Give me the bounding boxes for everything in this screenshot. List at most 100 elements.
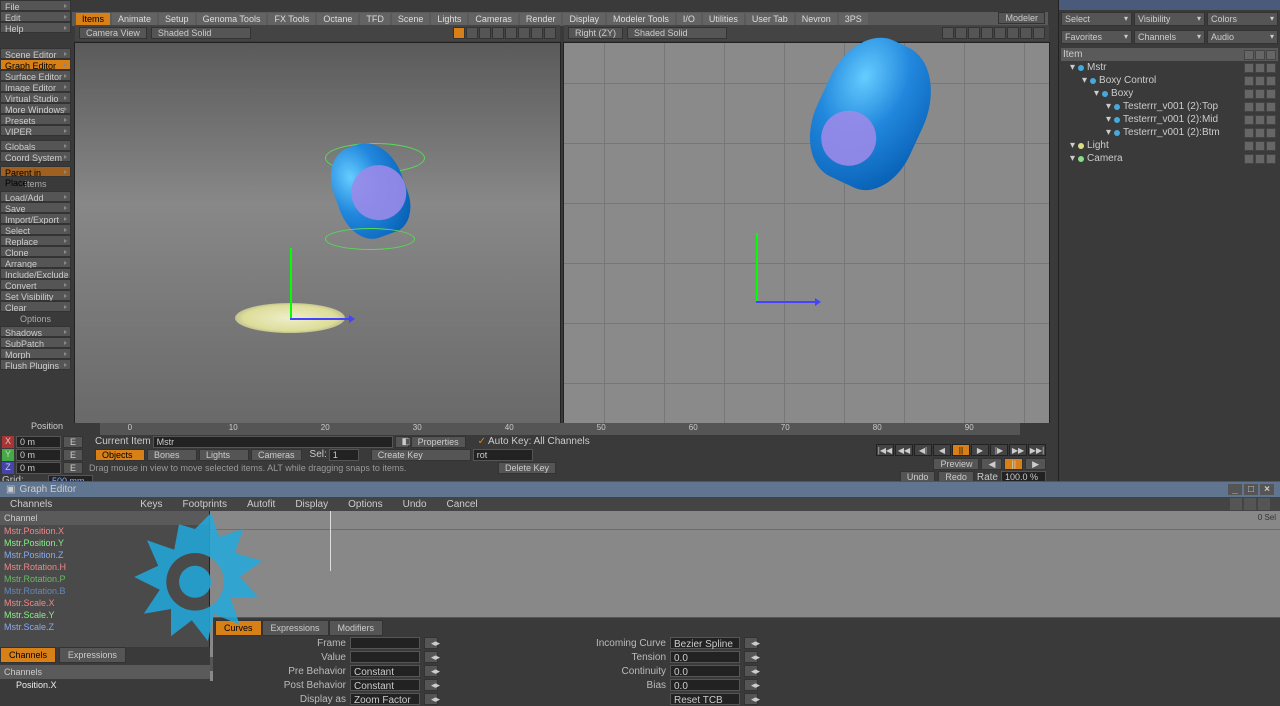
ge-display-menu[interactable]: Display <box>289 498 334 511</box>
presets-btn[interactable]: Presets <box>0 114 71 125</box>
vp-icon[interactable] <box>466 27 478 39</box>
spinner-icon[interactable]: ◂▸ <box>744 651 758 663</box>
ge-tool-icon[interactable] <box>1258 498 1270 510</box>
spinner-icon[interactable]: ◂▸ <box>744 665 758 677</box>
ge-expressions-tab[interactable]: Expressions <box>59 647 126 663</box>
parent-in-place-btn[interactable]: Parent in Place <box>0 166 71 177</box>
more-windows-btn[interactable]: More Windows <box>0 103 71 114</box>
play-icon[interactable]: ▶ <box>971 444 989 456</box>
vp-icon[interactable] <box>492 27 504 39</box>
prop-field[interactable]: Constant <box>350 665 420 677</box>
ge-footprints-menu[interactable]: Footprints <box>177 498 233 511</box>
vp-icon[interactable] <box>942 27 954 39</box>
preview-btn[interactable]: Preview <box>933 458 979 470</box>
tree-item[interactable]: ▾Boxy Control <box>1061 74 1278 87</box>
e-btn[interactable]: E <box>63 449 83 461</box>
y-axis-gizmo[interactable] <box>756 233 758 303</box>
clone-btn[interactable]: Clone <box>0 246 71 257</box>
tree-item[interactable]: ▾Boxy <box>1061 87 1278 100</box>
spinner-icon[interactable]: ◂▸ <box>424 637 438 649</box>
vp-icon[interactable] <box>994 27 1006 39</box>
vp-icon[interactable] <box>981 27 993 39</box>
ge-undo-btn[interactable]: Undo <box>397 498 433 511</box>
scene-editor-btn[interactable]: Scene Editor <box>0 48 71 59</box>
virtual-studio-btn[interactable]: Virtual Studio <box>0 92 71 103</box>
timeline-ruler[interactable]: 0 10 20 30 40 50 60 70 80 90 <box>100 423 1020 435</box>
ge-channel-row[interactable]: Mstr.Position.X <box>0 525 209 537</box>
spinner-icon[interactable]: ◂▸ <box>744 679 758 691</box>
prop-field[interactable]: Zoom Factor <box>350 693 420 705</box>
tab-genoma[interactable]: Genoma Tools <box>197 13 267 25</box>
tab-modelertools[interactable]: Modeler Tools <box>607 13 675 25</box>
help-menu[interactable]: Help <box>0 22 71 33</box>
z-coord[interactable]: 0 m <box>16 462 61 474</box>
prop-field[interactable]: 0.0 <box>670 679 740 691</box>
current-item[interactable]: Mstr <box>153 436 393 448</box>
prop-field[interactable]: Bezier Spline <box>670 637 740 649</box>
createkey-btn[interactable]: Create Key <box>371 449 471 461</box>
vp-icon[interactable] <box>544 27 556 39</box>
importexport-btn[interactable]: Import/Export <box>0 213 71 224</box>
graph-editor-btn[interactable]: Graph Editor <box>0 59 71 70</box>
playback-icon[interactable]: ◀ <box>933 444 951 456</box>
viper-btn[interactable]: VIPER <box>0 125 71 136</box>
ge-bottom-channel-item[interactable]: Position.X <box>0 679 210 691</box>
globals-btn[interactable]: Globals <box>0 140 71 151</box>
tree-item[interactable]: ▾Testerrr_v001 (2):Top <box>1061 100 1278 113</box>
bones-btn[interactable]: Bones <box>147 449 197 461</box>
includeexclude-btn[interactable]: Include/Exclude <box>0 268 71 279</box>
viewport-left-shade[interactable]: Shaded Solid <box>151 27 251 39</box>
viewport-left-view[interactable]: Camera View <box>79 27 147 39</box>
ge-modifiers-tab[interactable]: Modifiers <box>329 620 384 636</box>
playprev-icon[interactable]: ◀ <box>981 458 1002 470</box>
col-icon[interactable] <box>1266 50 1276 60</box>
y-coord[interactable]: 0 m <box>16 449 61 461</box>
ge-curves-tab[interactable]: Curves <box>215 620 262 636</box>
ge-channel-row[interactable]: Mstr.Rotation.P <box>0 573 209 585</box>
minimize-icon[interactable]: _ <box>1228 484 1242 495</box>
spinner-icon[interactable]: ◂▸ <box>424 651 438 663</box>
subpatch-btn[interactable]: SubPatch <box>0 337 71 348</box>
tree-item[interactable]: ▾Testerrr_v001 (2):Mid <box>1061 113 1278 126</box>
spinner-icon[interactable]: ◂▸ <box>424 665 438 677</box>
tab-cameras[interactable]: Cameras <box>469 13 518 25</box>
save-btn[interactable]: Save <box>0 202 71 213</box>
image-editor-btn[interactable]: Image Editor <box>0 81 71 92</box>
tab-display[interactable]: Display <box>563 13 605 25</box>
ge-tool-icon[interactable] <box>1244 498 1256 510</box>
tab-render[interactable]: Render <box>520 13 562 25</box>
autokey-label[interactable]: Auto Key: All Channels <box>488 436 590 447</box>
prop-field[interactable]: 0.0 <box>670 665 740 677</box>
spinner-icon[interactable]: ◂▸ <box>744 693 758 705</box>
favorites-dd[interactable]: Favorites <box>1061 30 1132 44</box>
ge-keys-menu[interactable]: Keys <box>134 498 168 511</box>
ge-channel-row[interactable]: Mstr.Rotation.B <box>0 585 209 597</box>
end-icon[interactable]: ▶▶| <box>1028 444 1046 456</box>
prop-field[interactable] <box>350 637 420 649</box>
createkey-mode[interactable]: rot <box>473 449 533 461</box>
vp-icon[interactable] <box>453 27 465 39</box>
clear-btn[interactable]: Clear <box>0 301 71 312</box>
deletekey-btn[interactable]: Delete Key <box>498 462 556 474</box>
loadadd-btn[interactable]: Load/Add <box>0 191 71 202</box>
tab-io[interactable]: I/O <box>677 13 701 25</box>
e-btn[interactable]: E <box>63 436 83 448</box>
convert-btn[interactable]: Convert <box>0 279 71 290</box>
prop-field[interactable]: Reset TCB <box>670 693 740 705</box>
x-coord[interactable]: 0 m <box>16 436 61 448</box>
ge-options-menu[interactable]: Options <box>342 498 388 511</box>
ge-tool-icon[interactable] <box>1230 498 1242 510</box>
tab-scene[interactable]: Scene <box>392 13 430 25</box>
setvisibility-btn[interactable]: Set Visibility <box>0 290 71 301</box>
objects-btn[interactable]: Objects <box>95 449 145 461</box>
morph-btn[interactable]: Morph <box>0 348 71 359</box>
vp-icon[interactable] <box>505 27 517 39</box>
rotation-ring[interactable] <box>325 228 415 250</box>
ge-time-marker[interactable] <box>330 511 331 571</box>
file-menu[interactable]: File <box>0 0 71 11</box>
vp-icon[interactable] <box>479 27 491 39</box>
object-blob[interactable] <box>792 23 951 203</box>
tree-item[interactable]: ▾Light <box>1061 139 1278 152</box>
viewport-right[interactable]: Right (ZY) Shaded Solid <box>563 42 1050 446</box>
modeler-button[interactable]: Modeler <box>998 12 1045 24</box>
